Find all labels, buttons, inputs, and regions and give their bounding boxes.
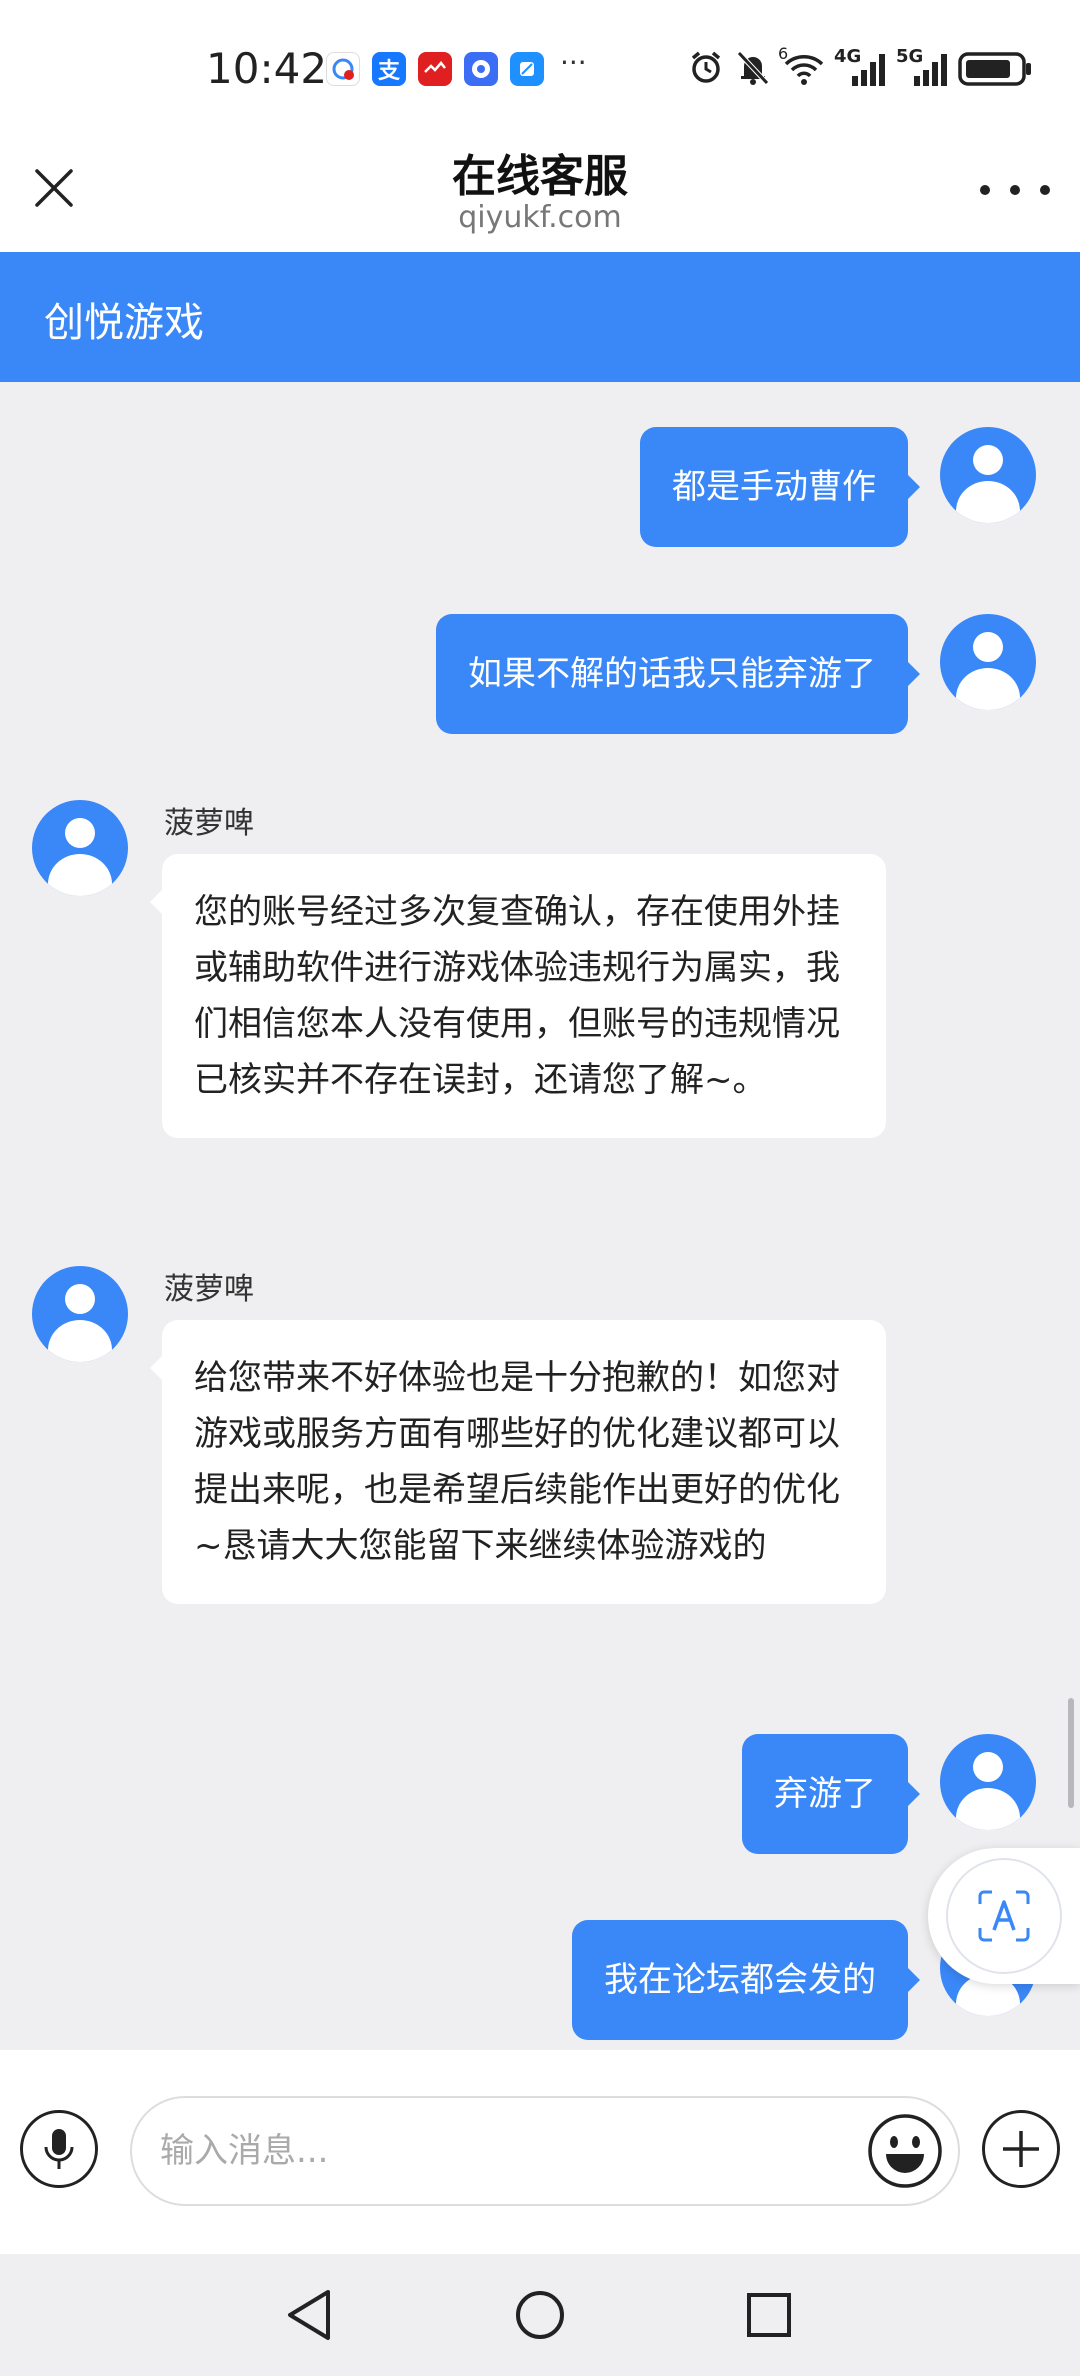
agent-avatar[interactable] bbox=[32, 800, 128, 896]
home-circle-icon bbox=[516, 2291, 564, 2339]
emoji-icon bbox=[868, 2114, 942, 2188]
message-input-bar bbox=[0, 2050, 1080, 2254]
agent-avatar[interactable] bbox=[32, 1266, 128, 1362]
emoji-button[interactable] bbox=[866, 2112, 944, 2190]
more-options-button[interactable] bbox=[980, 170, 1050, 210]
page-title: 在线客服 bbox=[452, 151, 628, 202]
back-triangle-icon bbox=[288, 2290, 330, 2340]
app-notify-icon bbox=[326, 52, 360, 86]
signal-5g-icon bbox=[914, 54, 947, 86]
message-input[interactable] bbox=[160, 2098, 850, 2204]
battery-icon bbox=[958, 52, 1031, 86]
outgoing-message-bubble[interactable]: 如果不解的话我只能弃游了 bbox=[436, 614, 920, 734]
user-avatar[interactable] bbox=[940, 427, 1036, 523]
plus-icon bbox=[1003, 2131, 1039, 2167]
system-navigation-bar bbox=[0, 2254, 1080, 2376]
voice-input-button[interactable] bbox=[20, 2110, 98, 2188]
more-notifications-icon: ··· bbox=[560, 46, 587, 79]
message-input-field[interactable] bbox=[130, 2096, 960, 2206]
more-actions-button[interactable] bbox=[982, 2110, 1060, 2188]
red-app-icon bbox=[418, 52, 452, 86]
incoming-message-bubble[interactable]: 您的账号经过多次复查确认，存在使用外挂或辅助软件进行游戏体验违规行为属实，我们相… bbox=[150, 854, 886, 1138]
chat-header: 创悦游戏 bbox=[0, 252, 1080, 382]
wifi-icon bbox=[784, 55, 824, 85]
back-button[interactable] bbox=[274, 2280, 344, 2350]
blue-app-icon bbox=[510, 52, 544, 86]
floating-text-recognition-button[interactable] bbox=[928, 1848, 1080, 1984]
music-icon bbox=[464, 52, 498, 86]
chat-area[interactable]: 都是手动曹作 如果不解的话我只能弃游了 菠萝啤 您的账号经过多次复查确认，存在使… bbox=[0, 382, 1080, 2050]
incoming-message-bubble[interactable]: 给您带来不好体验也是十分抱歉的！如您对游戏或服务方面有哪些好的优化建议都可以提出… bbox=[150, 1320, 886, 1604]
more-dot-icon bbox=[1010, 185, 1020, 195]
shop-name: 创悦游戏 bbox=[44, 300, 204, 346]
outgoing-message-bubble[interactable]: 弃游了 bbox=[742, 1734, 920, 1854]
more-dot-icon bbox=[1040, 185, 1050, 195]
recents-button[interactable] bbox=[734, 2280, 804, 2350]
status-bar: 10:42 支 ··· 6 4G 5G bbox=[0, 0, 1080, 140]
microphone-icon bbox=[44, 2129, 74, 2169]
alipay-icon: 支 bbox=[372, 52, 406, 86]
outgoing-message-bubble[interactable]: 都是手动曹作 bbox=[640, 427, 920, 547]
chat-scrollbar[interactable] bbox=[1068, 1698, 1074, 1808]
network-6-label: 6 bbox=[778, 44, 789, 63]
agent-name: 菠萝啤 bbox=[164, 1272, 254, 1307]
title-bar: 在线客服 qiyukf.com bbox=[0, 140, 1080, 252]
user-avatar[interactable] bbox=[940, 614, 1036, 710]
page-domain: qiyukf.com bbox=[458, 200, 622, 235]
home-button[interactable] bbox=[505, 2280, 575, 2350]
agent-name: 菠萝啤 bbox=[164, 806, 254, 841]
more-dot-icon bbox=[980, 185, 990, 195]
text-recognition-icon bbox=[978, 1890, 1030, 1942]
status-time: 10:42 bbox=[206, 44, 328, 93]
mute-icon bbox=[737, 51, 769, 85]
outgoing-message-bubble[interactable]: 我在论坛都会发的 bbox=[572, 1920, 920, 2040]
user-avatar[interactable] bbox=[940, 1734, 1036, 1830]
signal-4g-icon bbox=[852, 54, 885, 86]
recents-square-icon bbox=[747, 2293, 791, 2337]
alarm-icon bbox=[691, 51, 721, 83]
